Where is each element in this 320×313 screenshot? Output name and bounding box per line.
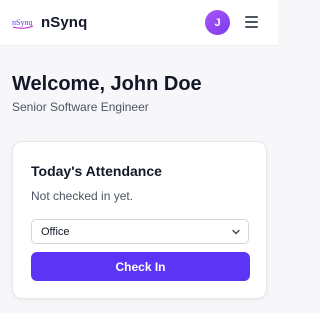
menu-bar bbox=[245, 21, 258, 23]
nsynq-logo[interactable]: nSynq bbox=[11, 13, 35, 31]
brand-name: nSynq bbox=[41, 14, 88, 31]
location-select[interactable]: Office bbox=[31, 219, 249, 244]
welcome-heading: Welcome, John Doe bbox=[12, 73, 202, 95]
menu-bar bbox=[245, 16, 258, 18]
user-avatar[interactable]: J bbox=[205, 10, 230, 35]
check-in-button[interactable]: Check In bbox=[31, 252, 250, 281]
hamburger-menu-icon[interactable] bbox=[243, 13, 261, 31]
location-select-value: Office bbox=[41, 226, 70, 238]
avatar-initial: J bbox=[214, 16, 221, 29]
user-role: Senior Software Engineer bbox=[12, 100, 149, 114]
app-header: nSynq nSynq J bbox=[0, 0, 278, 46]
svg-text:nSynq: nSynq bbox=[12, 18, 32, 27]
menu-bar bbox=[245, 26, 258, 28]
attendance-card: Today's Attendance Not checked in yet. O… bbox=[12, 141, 267, 299]
attendance-title: Today's Attendance bbox=[31, 163, 162, 179]
chevron-down-icon bbox=[232, 229, 240, 235]
attendance-status: Not checked in yet. bbox=[31, 189, 134, 203]
